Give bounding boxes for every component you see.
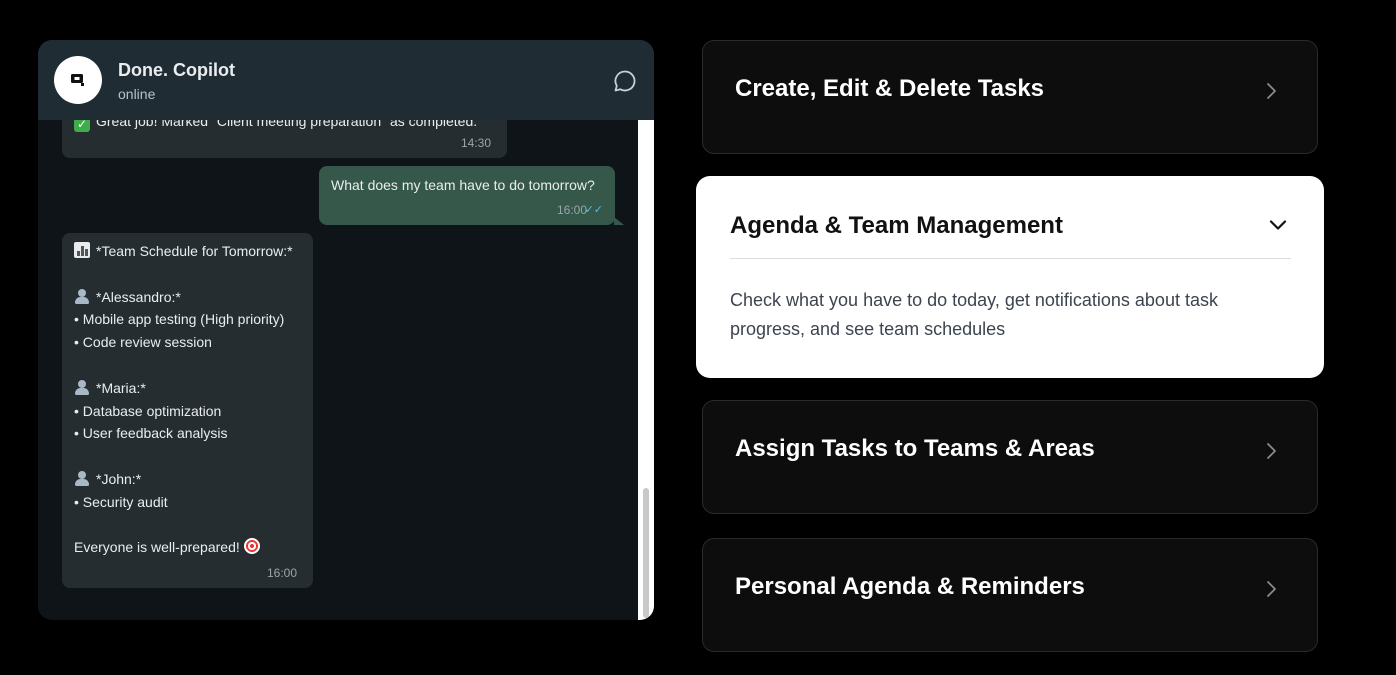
person-icon [74,470,90,486]
scrollbar-thumb[interactable] [643,488,649,618]
message-line: • Mobile app testing (High priority) [74,311,285,328]
message-incoming: *Team Schedule for Tomorrow:* *Alessandr… [62,233,313,588]
message-incoming: ✓ Great job! Marked "Client meeting prepa… [62,120,507,158]
person-icon [74,379,90,395]
message-line [74,445,293,468]
chevron-right-icon [1267,443,1276,459]
chat-bubble-icon[interactable] [612,68,638,94]
accordion-item-personal-agenda[interactable]: Personal Agenda & Reminders [702,538,1318,652]
message-line: *John:* [74,468,293,491]
message-line: Everyone is well-prepared! [74,536,293,559]
message-line: • Code review session [74,334,212,351]
message-time: 16:00 [266,566,297,580]
accordion-item-assign-tasks[interactable]: Assign Tasks to Teams & Areas [702,400,1318,514]
accordion-title: Assign Tasks to Teams & Areas [735,435,1095,462]
message-list[interactable]: ✓ Great job! Marked "Client meeting prepa… [38,120,638,620]
check-mark-icon: ✓ [74,120,90,132]
message-line: *Alessandro:* [74,286,293,309]
accordion-description: Check what you have to do today, get not… [730,290,1218,339]
avatar[interactable] [54,56,102,104]
accordion-item-agenda-team[interactable]: Agenda & Team Management Check what you … [696,176,1324,378]
chevron-down-icon[interactable] [1268,218,1288,232]
message-line: • User feedback analysis [74,425,228,442]
message-line: • Database optimization [74,402,222,419]
message-line [74,263,293,286]
message-line [74,354,293,377]
accordion-title: Personal Agenda & Reminders [735,573,1085,600]
chat-title: Done. Copilot [118,60,235,80]
message-text: What does my team have to do tomorrow? [331,177,595,193]
message-line: • Security audit [74,493,168,510]
message-line: *Maria:* [74,377,293,400]
message-line: *Team Schedule for Tomorrow:* [74,240,293,263]
divider [730,258,1291,259]
done-logo-icon [71,74,84,86]
message-line [74,514,293,537]
person-icon [74,288,90,304]
chat-header: Done. Copilot online [38,40,654,120]
accordion-item-create-edit-delete[interactable]: Create, Edit & Delete Tasks [702,40,1318,154]
message-outgoing: What does my team have to do tomorrow? 1… [319,166,615,225]
chat-window: Done. Copilot online ✓ Great job! Marked … [38,40,654,620]
double-check-icon: ✓✓ [584,204,603,216]
bubble-tail [614,217,624,225]
chevron-right-icon [1267,581,1276,597]
target-icon [243,538,260,555]
message-time: 16:00 [556,203,587,217]
message-text: *Team Schedule for Tomorrow:* *Alessandr… [74,240,293,559]
accordion-title: Agenda & Team Management [730,212,1063,239]
accordion-title: Create, Edit & Delete Tasks [735,75,1045,102]
chat-status: online [118,86,156,102]
chevron-right-icon [1267,83,1276,99]
bar-chart-icon [74,242,90,258]
message-time: 14:30 [460,136,491,150]
message-text: ✓ Great job! Marked "Client meeting prepa… [74,120,477,133]
